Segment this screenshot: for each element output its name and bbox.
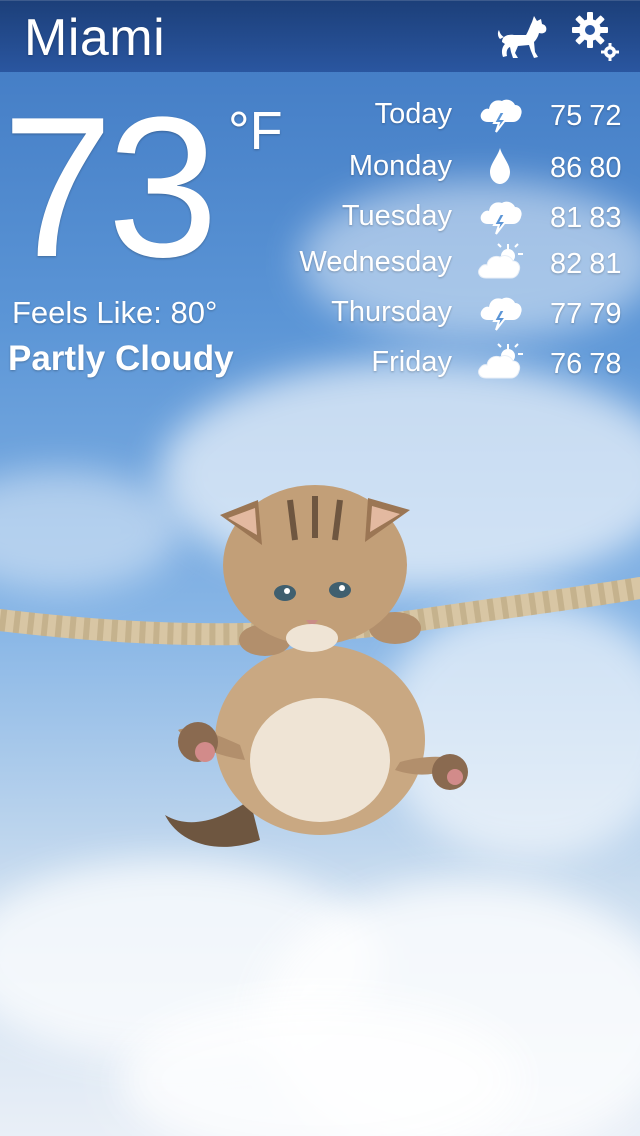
- forecast-day: Tuesday: [341, 200, 452, 232]
- settings-button[interactable]: [570, 10, 624, 64]
- forecast-row[interactable]: Today 75 72: [0, 90, 640, 140]
- forecast-day: Thursday: [331, 296, 452, 328]
- forecast-row[interactable]: Wednesday 82 81: [0, 238, 640, 288]
- forecast-temps: 86 80: [550, 150, 622, 186]
- partly-cloudy-icon: [476, 240, 524, 284]
- forecast-low: 72: [589, 100, 622, 132]
- forecast-temps: 75 72: [550, 98, 622, 134]
- partly-cloudy-icon: [476, 340, 524, 384]
- forecast-high: 86: [550, 152, 583, 184]
- forecast-low: 78: [589, 348, 622, 380]
- thunderstorm-icon: [476, 194, 524, 238]
- forecast-low: 83: [589, 202, 622, 234]
- forecast-day: Friday: [371, 346, 452, 378]
- header-bar: Miami: [0, 0, 640, 72]
- forecast-day: Wednesday: [299, 246, 452, 278]
- forecast-temps: 77 79: [550, 296, 622, 332]
- forecast-low: 80: [589, 152, 622, 184]
- forecast-day: Monday: [348, 150, 452, 182]
- forecast-row[interactable]: Monday 86 80: [0, 142, 640, 192]
- forecast-high: 77: [550, 298, 583, 330]
- forecast-low: 81: [589, 248, 622, 280]
- forecast-day: Today: [374, 98, 452, 130]
- forecast-row[interactable]: Thursday 77 79: [0, 288, 640, 338]
- forecast-high: 75: [550, 100, 583, 132]
- dog-icon: [497, 16, 547, 58]
- forecast-temps: 82 81: [550, 246, 622, 282]
- forecast-high: 82: [550, 248, 583, 280]
- forecast-low: 79: [589, 298, 622, 330]
- forecast-row[interactable]: Friday 76 78: [0, 338, 640, 388]
- thunderstorm-icon: [476, 92, 524, 136]
- gear-icon: [572, 12, 619, 61]
- forecast-high: 76: [550, 348, 583, 380]
- forecast-row[interactable]: Tuesday 81 83: [0, 192, 640, 242]
- kitten-illustration: [0, 470, 640, 890]
- dog-button[interactable]: [496, 12, 550, 62]
- forecast-high: 81: [550, 202, 583, 234]
- raindrop-icon: [476, 144, 524, 188]
- forecast-temps: 81 83: [550, 200, 622, 236]
- city-name[interactable]: Miami: [24, 10, 165, 66]
- forecast-temps: 76 78: [550, 346, 622, 382]
- thunderstorm-icon: [476, 290, 524, 334]
